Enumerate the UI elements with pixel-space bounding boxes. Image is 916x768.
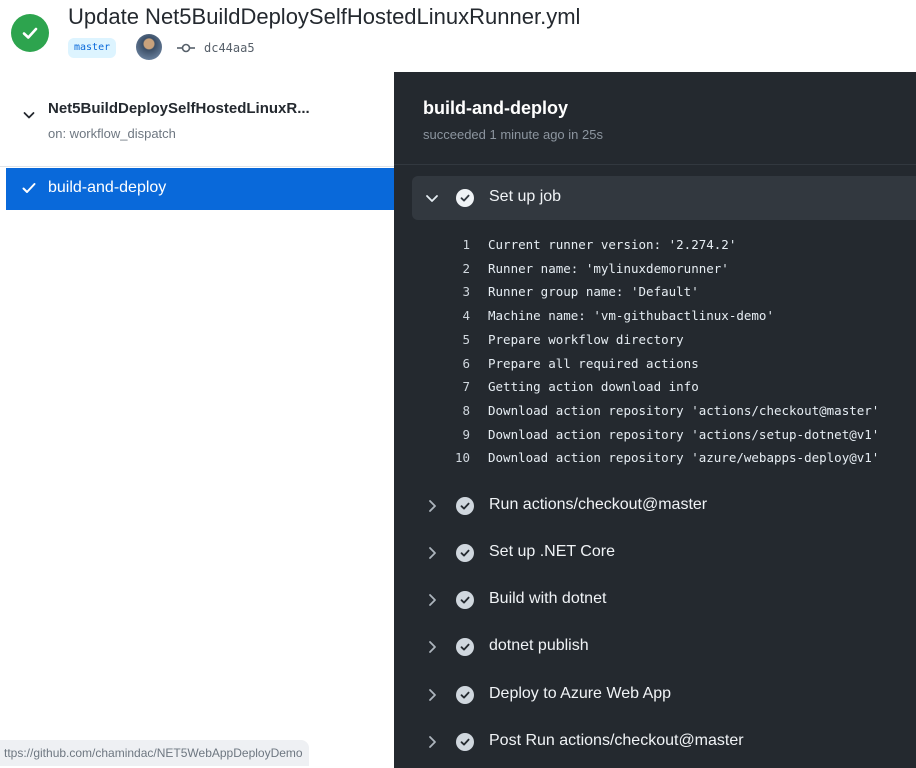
- sidebar-job-build-and-deploy[interactable]: build-and-deploy: [6, 168, 394, 210]
- line-number[interactable]: 6: [438, 352, 470, 376]
- job-status: succeeded 1 minute ago in 25s: [423, 127, 603, 142]
- line-number[interactable]: 4: [438, 304, 470, 328]
- line-number[interactable]: 5: [438, 328, 470, 352]
- line-number[interactable]: 7: [438, 375, 470, 399]
- chevron-right-icon[interactable]: [424, 639, 440, 660]
- line-number[interactable]: 10: [438, 446, 470, 470]
- branch-label[interactable]: master: [68, 38, 117, 58]
- divider: [394, 164, 916, 165]
- workflow-trigger: on: workflow_dispatch: [48, 126, 176, 141]
- workflow-name[interactable]: Net5BuildDeploySelfHostedLinuxR...: [48, 100, 338, 117]
- log-text: Runner name: 'mylinuxdemorunner': [488, 261, 729, 276]
- log-text: Current runner version: '2.274.2': [488, 237, 737, 252]
- check-circle-icon: [456, 497, 474, 515]
- step-post-run-checkout[interactable]: Post Run actions/checkout@master: [412, 720, 916, 764]
- log-line: 3 Runner group name: 'Default': [438, 280, 914, 304]
- log-line: 7 Getting action download info: [438, 375, 914, 399]
- sidebar-job-label: build-and-deploy: [48, 179, 167, 196]
- workflow-summary[interactable]: Net5BuildDeploySelfHostedLinuxR... on: w…: [0, 72, 394, 167]
- line-number[interactable]: 3: [438, 280, 470, 304]
- chevron-right-icon[interactable]: [424, 545, 440, 566]
- chevron-down-icon[interactable]: [22, 108, 36, 127]
- check-circle-icon: [456, 591, 474, 609]
- step-deploy-azure[interactable]: Deploy to Azure Web App: [412, 673, 916, 717]
- log-text: Runner group name: 'Default': [488, 284, 699, 299]
- step-label: Set up job: [489, 188, 562, 205]
- check-circle-icon: [456, 638, 474, 656]
- job-log-panel: build-and-deploy succeeded 1 minute ago …: [394, 72, 916, 768]
- log-line: 8 Download action repository 'actions/che…: [438, 399, 914, 423]
- step-label: Run actions/checkout@master: [489, 496, 708, 513]
- check-icon: [22, 181, 36, 200]
- log-text: Getting action download info: [488, 379, 699, 394]
- log-text: Prepare workflow directory: [488, 332, 684, 347]
- step-label: dotnet publish: [489, 637, 589, 654]
- step-label: Post Run actions/checkout@master: [489, 732, 744, 749]
- status-bar-url: ttps://github.com/chamindac/NET5WebAppDe…: [0, 740, 309, 766]
- chevron-right-icon[interactable]: [424, 687, 440, 708]
- job-title: build-and-deploy: [423, 98, 568, 118]
- log-line: 5 Prepare workflow directory: [438, 328, 914, 352]
- log-text: Download action repository 'azure/webapp…: [488, 450, 880, 465]
- line-number[interactable]: 9: [438, 423, 470, 447]
- check-circle-icon: [456, 733, 474, 751]
- git-commit-icon: [176, 38, 196, 63]
- chevron-down-icon[interactable]: [424, 190, 440, 211]
- log-line: 2 Runner name: 'mylinuxdemorunner': [438, 257, 914, 281]
- step-label: Set up .NET Core: [489, 543, 615, 560]
- log-line: 10 Download action repository 'azure/weba…: [438, 446, 914, 470]
- run-title: Update Net5BuildDeploySelfHostedLinuxRun…: [68, 4, 581, 29]
- log-text: Download action repository 'actions/chec…: [488, 403, 880, 418]
- log-line: 6 Prepare all required actions: [438, 352, 914, 376]
- log-text: Machine name: 'vm-githubactlinux-demo': [488, 308, 774, 323]
- chevron-right-icon[interactable]: [424, 498, 440, 519]
- log-text: Prepare all required actions: [488, 356, 699, 371]
- check-circle-icon: [456, 544, 474, 562]
- step-set-up-job[interactable]: Set up job: [412, 176, 916, 220]
- chevron-right-icon[interactable]: [424, 592, 440, 613]
- step-label: Build with dotnet: [489, 590, 607, 607]
- workflow-sidebar: Net5BuildDeploySelfHostedLinuxR... on: w…: [0, 72, 395, 768]
- step-build-dotnet[interactable]: Build with dotnet: [412, 578, 916, 622]
- chevron-right-icon[interactable]: [424, 734, 440, 755]
- step-setup-dotnet[interactable]: Set up .NET Core: [412, 531, 916, 575]
- avatar[interactable]: [136, 34, 162, 60]
- step-run-checkout[interactable]: Run actions/checkout@master: [412, 484, 916, 528]
- line-number[interactable]: 8: [438, 399, 470, 423]
- commit-sha-link[interactable]: dc44aa5: [204, 38, 255, 58]
- line-number[interactable]: 1: [438, 233, 470, 257]
- log-line: 1 Current runner version: '2.274.2': [438, 233, 914, 257]
- step-label: Deploy to Azure Web App: [489, 685, 672, 702]
- step-dotnet-publish[interactable]: dotnet publish: [412, 625, 916, 669]
- run-success-icon: [11, 14, 49, 52]
- log-line: 4 Machine name: 'vm-githubactlinux-demo': [438, 304, 914, 328]
- log-text: Download action repository 'actions/setu…: [488, 427, 880, 442]
- check-circle-icon: [456, 686, 474, 704]
- line-number[interactable]: 2: [438, 257, 470, 281]
- log-line: 9 Download action repository 'actions/set…: [438, 423, 914, 447]
- run-header: Update Net5BuildDeploySelfHostedLinuxRun…: [0, 0, 916, 72]
- check-circle-icon: [456, 189, 474, 207]
